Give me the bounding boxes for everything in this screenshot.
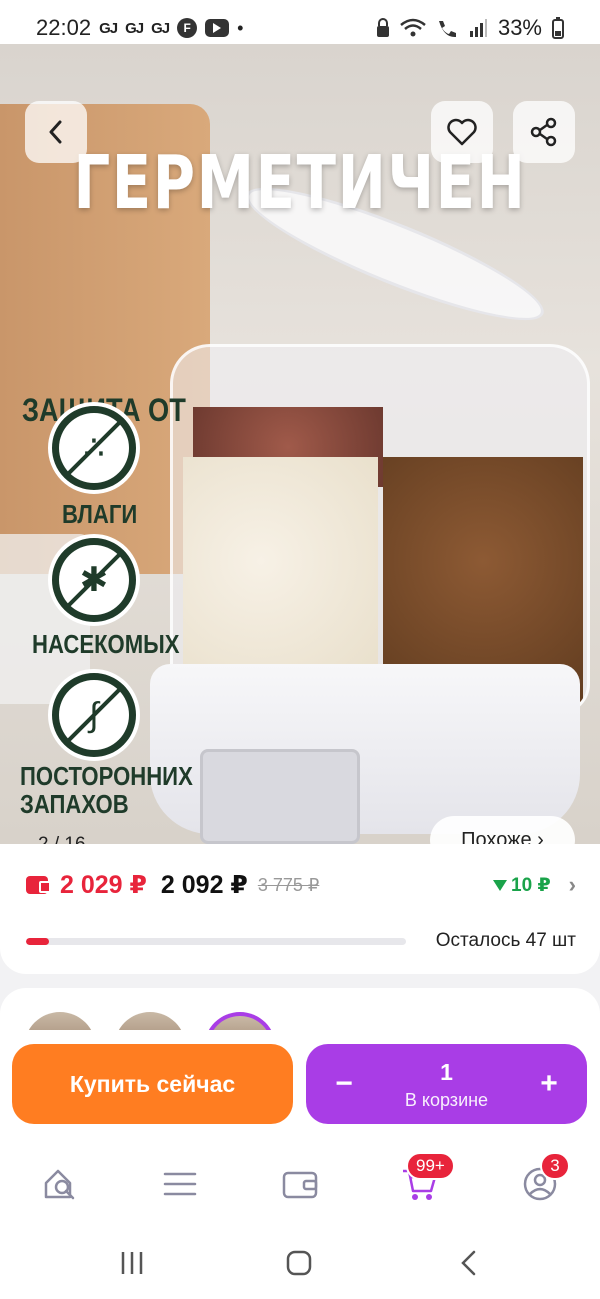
back-system-button[interactable] — [455, 1246, 483, 1280]
notification-dot: • — [237, 17, 244, 38]
dispenser-drawer-image — [200, 749, 360, 844]
battery-percent: 33% — [497, 15, 542, 40]
chevron-left-icon — [49, 120, 62, 144]
wallet-icon — [282, 1171, 318, 1199]
stock-progress-bar — [26, 937, 406, 945]
points-value: 10 ₽ — [511, 874, 551, 896]
battery-icon — [552, 17, 564, 39]
nav-home[interactable] — [41, 1164, 81, 1204]
wallet-price-icon — [26, 876, 51, 894]
signal-icon — [469, 19, 487, 37]
catalog-icon — [163, 1172, 197, 1196]
favorite-button[interactable] — [431, 101, 493, 163]
in-cart-label: В корзине — [404, 1089, 489, 1110]
profile-badge: 3 — [540, 1152, 570, 1180]
buy-now-button[interactable]: Купить сейчас — [12, 1044, 293, 1124]
price-card: 2 029 ₽ 2 092 ₽ 3 775 ₽ 10 ₽ › Осталось … — [0, 844, 600, 974]
product-container-image — [170, 344, 590, 714]
heart-icon — [447, 118, 477, 146]
product-image-gallery[interactable]: ГЕРМЕТИЧЕН ЗАЩИТА ОТ ∴ ВЛАГИ ✱ НАСЕКОМЫХ… — [0, 44, 600, 844]
recent-apps-icon — [121, 1252, 143, 1274]
stock-progress-fill — [26, 937, 49, 945]
youtube-icon — [205, 19, 230, 37]
price-with-wallet: 2 029 ₽ — [60, 871, 147, 899]
recent-apps-button[interactable] — [118, 1246, 146, 1280]
notification-badge-2: GJ — [125, 19, 144, 37]
action-bar: Купить сейчас − 1 В корзине + — [0, 1030, 600, 1138]
lock-icon — [376, 18, 389, 37]
wifi-icon — [400, 18, 426, 37]
nav-wallet[interactable] — [280, 1164, 320, 1204]
back-button[interactable] — [25, 101, 87, 163]
home-button[interactable] — [285, 1246, 313, 1280]
drops-icon: ∴ — [48, 402, 140, 494]
notification-badge-1: GJ — [99, 19, 118, 37]
badge-label-odors: ПОСТОРОННИХ ЗАПАХОВ — [20, 761, 193, 819]
arrow-down-icon — [493, 879, 508, 891]
insect-icon: ✱ — [48, 534, 140, 626]
similar-button[interactable]: Похоже › — [430, 816, 575, 844]
bottom-nav: 99+ 3 — [0, 1138, 600, 1228]
home-search-icon — [44, 1169, 75, 1200]
badge-label-moisture: ВЛАГИ — [62, 499, 138, 529]
increase-button[interactable]: + — [511, 1044, 587, 1124]
nav-catalog[interactable] — [160, 1164, 200, 1204]
share-icon — [530, 117, 557, 147]
home-icon — [286, 1250, 312, 1276]
share-button[interactable] — [513, 101, 575, 163]
cart-count-badge: 99+ — [406, 1152, 455, 1180]
chevron-right-icon: › — [568, 872, 576, 897]
cart-quantity: 1 В корзине — [382, 1058, 511, 1111]
system-navigation-bar — [0, 1228, 600, 1299]
price-regular: 2 092 ₽ — [160, 871, 248, 899]
points-reward[interactable]: 10 ₽ › — [493, 872, 576, 898]
status-time: 22:02 — [36, 15, 92, 40]
nose-icon: ∫ — [48, 669, 140, 761]
notification-badge-3: GJ — [151, 19, 170, 37]
app-notification-icon: F — [177, 18, 198, 38]
decrease-button[interactable]: − — [306, 1044, 382, 1124]
quantity-value: 1 — [440, 1058, 453, 1085]
back-arrow-icon — [461, 1250, 476, 1276]
wifi-call-icon — [438, 21, 456, 38]
badge-label-insects: НАСЕКОМЫХ — [32, 629, 180, 659]
stock-remaining: Осталось 47 шт — [435, 930, 576, 951]
price-old: 3 775 ₽ — [257, 874, 320, 895]
photo-counter: 2 / 16 — [38, 834, 86, 844]
cart-quantity-stepper: − 1 В корзине + — [306, 1044, 587, 1124]
